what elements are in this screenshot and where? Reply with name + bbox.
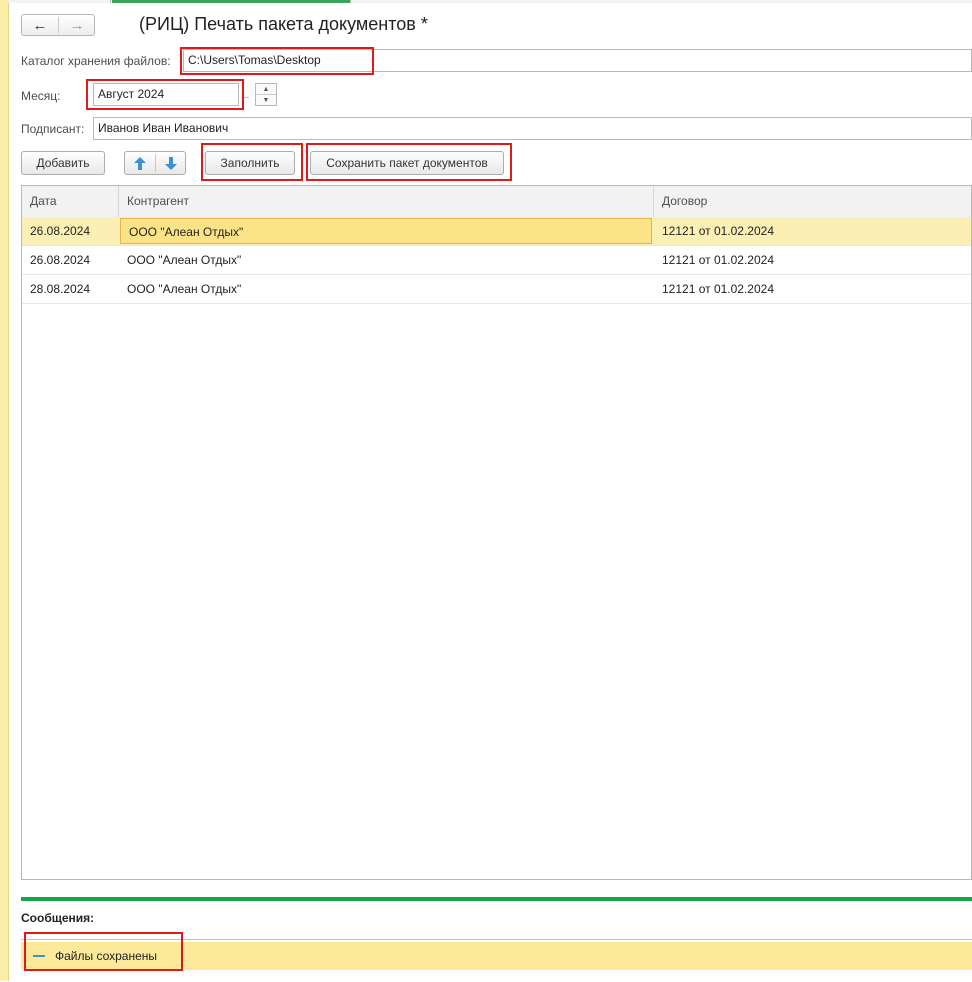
column-header-date[interactable]: Дата [22,186,119,217]
signer-label: Подписант: [21,122,85,136]
active-tab-indicator[interactable] [112,0,350,3]
column-header-contract[interactable]: Договор [654,186,971,217]
messages-divider[interactable] [21,897,972,901]
tab-divider [350,0,351,3]
arrow-down-icon [165,156,177,170]
move-up-button[interactable] [125,152,155,174]
month-spinner[interactable]: ▲ ▼ [255,83,277,106]
table-row[interactable]: 28.08.2024 ООО "Алеан Отдых" 12121 от 01… [22,275,971,304]
left-panel-strip [0,0,9,981]
arrow-left-icon: ← [32,16,48,34]
catalog-label: Каталог хранения файлов: [21,54,171,68]
tab-divider [110,0,111,3]
move-down-button[interactable] [156,152,186,174]
cell-date[interactable]: 26.08.2024 [22,217,119,245]
back-button[interactable]: ← [22,15,58,35]
month-select-button[interactable]: ... [241,90,249,101]
cell-counterparty[interactable]: ООО "Алеан Отдых" [119,275,654,303]
messages-panel: Файлы сохранены [21,939,972,982]
page-title: (РИЦ) Печать пакета документов * [139,14,428,34]
cell-date[interactable]: 26.08.2024 [22,246,119,274]
cell-date[interactable]: 28.08.2024 [22,275,119,303]
arrow-right-icon: → [69,16,85,34]
cell-counterparty[interactable]: ООО "Алеан Отдых" [120,218,652,244]
message-item[interactable]: Файлы сохранены [21,942,972,970]
navigation-buttons: ← → [21,14,95,36]
forward-button[interactable]: → [59,15,95,35]
signer-input[interactable]: Иванов Иван Иванович [93,117,972,140]
add-button[interactable]: Добавить [21,151,105,175]
collapse-minus-icon[interactable] [33,955,45,957]
cell-counterparty[interactable]: ООО "Алеан Отдых" [119,246,654,274]
documents-table[interactable]: Дата Контрагент Договор 26.08.2024 ООО "… [21,185,972,880]
move-buttons [124,151,186,175]
table-header: Дата Контрагент Договор [22,186,971,218]
table-row[interactable]: 26.08.2024 ООО "Алеан Отдых" 12121 от 01… [22,246,971,275]
month-label: Месяц: [21,89,61,103]
cell-contract[interactable]: 12121 от 01.02.2024 [654,275,971,303]
cell-contract[interactable]: 12121 от 01.02.2024 [654,246,971,274]
save-package-button[interactable]: Сохранить пакет документов [310,151,504,175]
message-text: Файлы сохранены [55,949,158,963]
spin-up-icon[interactable]: ▲ [256,84,276,94]
cell-contract[interactable]: 12121 от 01.02.2024 [654,217,971,245]
arrow-up-icon [134,156,146,170]
spin-down-icon[interactable]: ▼ [256,95,276,105]
messages-title: Сообщения: [21,911,95,925]
catalog-input[interactable]: C:\Users\Tomas\Desktop [183,49,972,72]
fill-button[interactable]: Заполнить [205,151,295,175]
table-row[interactable]: 26.08.2024 ООО "Алеан Отдых" 12121 от 01… [22,217,971,246]
column-header-counterparty[interactable]: Контрагент [119,186,654,217]
month-input[interactable]: Август 2024 [93,83,239,106]
